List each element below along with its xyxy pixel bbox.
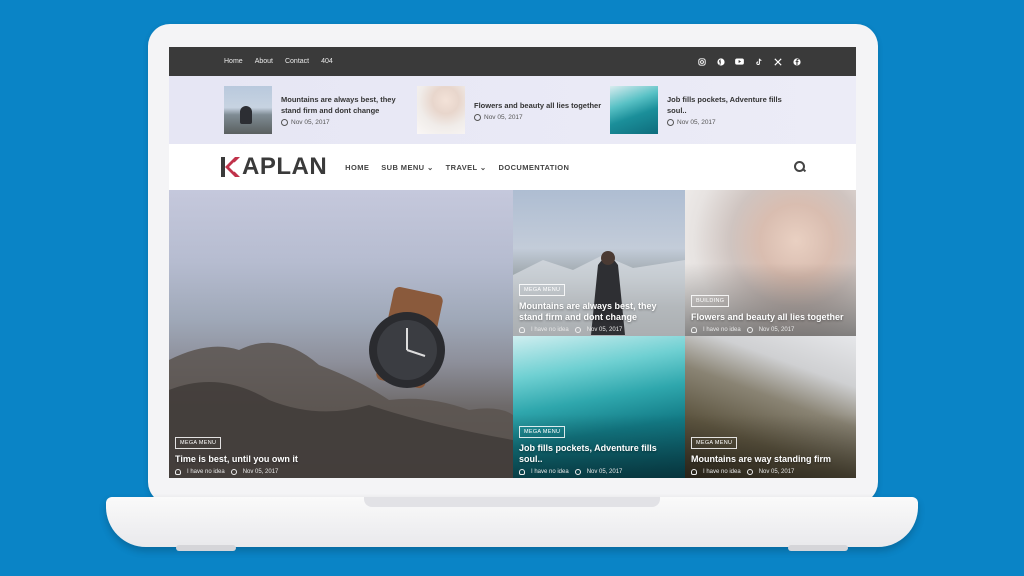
facebook-icon[interactable] xyxy=(792,57,801,66)
post-meta: I have no idea Nov 05, 2017 xyxy=(519,469,679,475)
logo-k-icon xyxy=(221,156,241,178)
category-tag[interactable]: BUILDING xyxy=(691,295,730,307)
site-header: APLAN HOME SUB MENU ⌄ TRAVEL ⌄ DOCUMENTA… xyxy=(169,144,856,190)
user-icon xyxy=(175,469,181,475)
ticker-thumbnail[interactable] xyxy=(417,86,465,134)
laptop-foot xyxy=(176,545,236,551)
post-meta: I have no idea Nov 05, 2017 xyxy=(519,327,679,333)
post-title[interactable]: Job fills pockets, Adventure fills soul.… xyxy=(519,443,679,465)
site-logo[interactable]: APLAN xyxy=(221,153,327,181)
post-title[interactable]: Flowers and beauty all lies together xyxy=(691,312,850,323)
nav-documentation[interactable]: DOCUMENTATION xyxy=(499,163,570,172)
tiktok-icon[interactable] xyxy=(754,57,763,66)
post-text: BUILDING Flowers and beauty all lies tog… xyxy=(691,289,850,333)
clock-icon xyxy=(574,327,581,333)
top-nav-contact[interactable]: Contact xyxy=(285,58,309,65)
post-card[interactable]: MEGA MENU Mountains are always best, the… xyxy=(513,190,685,336)
chevron-down-icon: ⌄ xyxy=(426,162,434,172)
ticker-date: Nov 05, 2017 xyxy=(667,119,803,126)
clock-icon xyxy=(746,469,753,475)
ticker-thumbnail[interactable] xyxy=(610,86,658,134)
ticker-title[interactable]: Mountains are always best, they stand fi… xyxy=(281,94,417,116)
laptop-notch xyxy=(364,497,660,507)
x-icon[interactable] xyxy=(773,57,782,66)
brand: APLAN HOME SUB MENU ⌄ TRAVEL ⌄ DOCUMENTA… xyxy=(221,153,569,181)
ticker-item[interactable]: Flowers and beauty all lies together Nov… xyxy=(417,86,610,134)
category-tag[interactable]: MEGA MENU xyxy=(691,437,738,449)
category-tag[interactable]: MEGA MENU xyxy=(519,284,566,296)
post-title[interactable]: Mountains are way standing firm xyxy=(691,454,850,465)
laptop-foot xyxy=(788,545,848,551)
nav-sub-menu[interactable]: SUB MENU ⌄ xyxy=(381,163,433,172)
nav-home[interactable]: HOME xyxy=(345,163,369,172)
post-title[interactable]: Mountains are always best, they stand fi… xyxy=(519,301,679,323)
clock-icon xyxy=(474,113,481,121)
browser-screen: Home About Contact 404 Mountains are alw… xyxy=(169,47,856,478)
main-nav: HOME SUB MENU ⌄ TRAVEL ⌄ DOCUMENTATION xyxy=(345,163,569,172)
post-card[interactable]: BUILDING Flowers and beauty all lies tog… xyxy=(685,190,856,336)
post-text: MEGA MENU Mountains are way standing fir… xyxy=(691,431,850,475)
chevron-down-icon: ⌄ xyxy=(479,162,487,172)
top-bar: Home About Contact 404 xyxy=(169,47,856,76)
ticker-date: Nov 05, 2017 xyxy=(281,119,417,126)
top-nav-about[interactable]: About xyxy=(255,58,273,65)
youtube-icon[interactable] xyxy=(735,57,744,66)
clock-icon xyxy=(574,469,581,475)
clock-icon xyxy=(230,469,237,475)
clock-icon xyxy=(746,327,753,333)
ticker-date: Nov 05, 2017 xyxy=(474,113,601,121)
ticker-title[interactable]: Flowers and beauty all lies together xyxy=(474,100,601,111)
search-icon[interactable] xyxy=(794,161,806,173)
post-grid: MEGA MENU Time is best, until you own it… xyxy=(169,190,856,478)
featured-text: MEGA MENU Time is best, until you own it… xyxy=(175,431,507,475)
top-nav-404[interactable]: 404 xyxy=(321,58,333,65)
laptop-base xyxy=(106,497,918,551)
social-links xyxy=(697,57,801,66)
post-text: MEGA MENU Mountains are always best, the… xyxy=(519,278,679,333)
ticker-item[interactable]: Mountains are always best, they stand fi… xyxy=(224,86,417,134)
clock-icon xyxy=(281,119,288,126)
user-icon xyxy=(691,469,697,475)
top-nav: Home About Contact 404 xyxy=(224,58,333,65)
post-meta: I have no idea Nov 05, 2017 xyxy=(175,469,507,475)
nav-travel[interactable]: TRAVEL ⌄ xyxy=(446,163,487,172)
pinterest-icon[interactable] xyxy=(716,57,725,66)
user-icon xyxy=(691,327,697,333)
post-text: MEGA MENU Job fills pockets, Adventure f… xyxy=(519,420,679,475)
ticker-bar: Mountains are always best, they stand fi… xyxy=(169,76,856,144)
clock-icon xyxy=(667,119,674,126)
post-card[interactable]: MEGA MENU Mountains are way standing fir… xyxy=(685,336,856,478)
ticker-thumbnail[interactable] xyxy=(224,86,272,134)
post-card[interactable]: MEGA MENU Job fills pockets, Adventure f… xyxy=(513,336,685,478)
ticker-title[interactable]: Job fills pockets, Adventure fills soul.… xyxy=(667,94,803,116)
featured-post[interactable]: MEGA MENU Time is best, until you own it… xyxy=(169,190,513,478)
post-meta: I have no idea Nov 05, 2017 xyxy=(691,469,850,475)
top-nav-home[interactable]: Home xyxy=(224,58,243,65)
user-icon xyxy=(519,327,525,333)
post-meta: I have no idea Nov 05, 2017 xyxy=(691,327,850,333)
logo-text: APLAN xyxy=(242,153,328,180)
category-tag[interactable]: MEGA MENU xyxy=(519,426,566,438)
instagram-icon[interactable] xyxy=(697,57,706,66)
ticker-item[interactable]: Job fills pockets, Adventure fills soul.… xyxy=(610,86,803,134)
category-tag[interactable]: MEGA MENU xyxy=(175,437,222,449)
post-title[interactable]: Time is best, until you own it xyxy=(175,454,507,465)
user-icon xyxy=(519,469,525,475)
